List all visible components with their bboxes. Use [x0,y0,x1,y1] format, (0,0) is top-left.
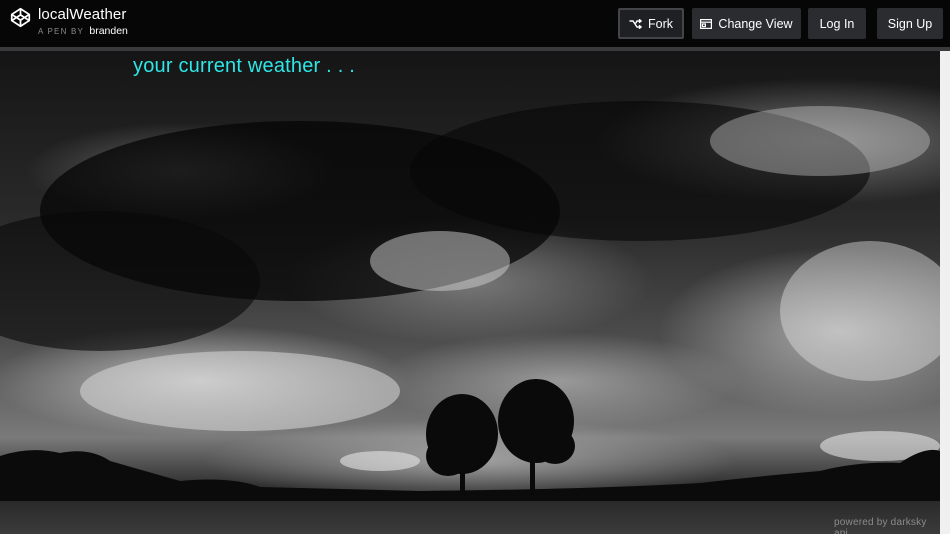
codepen-logo-icon[interactable] [10,7,31,28]
layout-icon [700,18,713,29]
vertical-scrollbar[interactable] [940,51,950,534]
bright-cloud [710,106,930,176]
top-bar: localWeather A PEN BY branden Fork Chang… [0,0,950,47]
login-label: Log In [819,16,855,31]
change-view-button[interactable]: Change View [692,8,801,39]
fork-button[interactable]: Fork [618,8,684,39]
preview-frame: your current weather . . . powered by da… [0,51,940,534]
login-button[interactable]: Log In [808,8,866,39]
weather-headline: your current weather . . . [133,55,355,77]
pen-title: localWeather [38,6,127,23]
pen-meta: A PEN BY branden [38,26,128,37]
bright-cloud [340,451,420,471]
landscape-background-image [0,101,940,534]
pen-branding: localWeather A PEN BY branden [10,6,128,37]
bright-cloud [780,241,940,381]
bright-cloud [80,351,400,431]
fork-icon [629,18,642,29]
field-ground [0,501,940,534]
signup-button[interactable]: Sign Up [877,8,943,39]
bright-cloud [370,231,510,291]
fork-label: Fork [648,16,673,31]
api-credit: powered by darksky api [834,517,927,534]
author-link[interactable]: branden [89,25,128,37]
signup-label: Sign Up [887,16,933,31]
tree-silhouette [426,379,575,496]
change-view-label: Change View [718,16,793,31]
pen-meta-prefix: A PEN BY [38,27,84,36]
